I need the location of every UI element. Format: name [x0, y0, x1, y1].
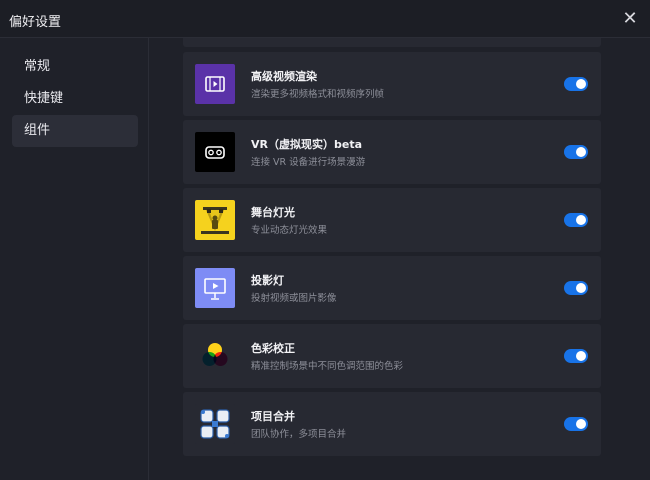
projector-icon — [195, 268, 235, 308]
toggle-knob — [576, 79, 586, 89]
plugin-card-vr: VR（虚拟现实）beta 连接 VR 设备进行场景漫游 — [183, 120, 601, 184]
plugin-card-video-render: 高级视频渲染 渲染更多视频格式和视频序列帧 — [183, 52, 601, 116]
title-bar: 偏好设置 ✕ — [0, 0, 650, 38]
plugin-list[interactable]: 高级视频渲染 渲染更多视频格式和视频序列帧 VR（虚拟现实）beta 连接 VR… — [149, 38, 650, 480]
toggle-knob — [576, 283, 586, 293]
plugin-toggle-project-merge[interactable] — [564, 417, 588, 431]
plugin-title: 色彩校正 — [251, 342, 295, 355]
plugin-card-color-correction: 色彩校正 精准控制场景中不同色调范围的色彩 — [183, 324, 601, 388]
team-hands-icon — [195, 404, 235, 444]
sidebar-item-shortcuts[interactable]: 快捷键 — [12, 83, 138, 115]
close-icon[interactable]: ✕ — [620, 9, 640, 29]
sidebar-item-components[interactable]: 组件 — [12, 115, 138, 147]
plugin-toggle-projector[interactable] — [564, 281, 588, 295]
plugin-description: 专业动态灯光效果 — [251, 225, 328, 236]
plugin-description: 团队协作，多项目合并 — [251, 429, 347, 440]
sidebar: 常规 快捷键 组件 — [0, 38, 149, 480]
plugin-card-partial — [183, 38, 601, 47]
plugin-toggle-color-correction[interactable] — [564, 349, 588, 363]
plugin-toggle-vr[interactable] — [564, 145, 588, 159]
plugin-description: 渲染更多视频格式和视频序列帧 — [251, 89, 385, 100]
plugin-title: 舞台灯光 — [251, 206, 295, 219]
plugin-description: 精准控制场景中不同色调范围的色彩 — [251, 361, 404, 372]
plugin-toggle-stage-lighting[interactable] — [564, 213, 588, 227]
plugin-title: 项目合并 — [251, 410, 295, 423]
color-circles-icon — [195, 336, 235, 376]
toggle-knob — [576, 419, 586, 429]
vr-headset-icon — [195, 132, 235, 172]
stage-light-icon — [195, 200, 235, 240]
plugin-title: VR（虚拟现实）beta — [251, 138, 362, 151]
toggle-knob — [576, 351, 586, 361]
film-icon — [195, 64, 235, 104]
plugin-title: 高级视频渲染 — [251, 70, 317, 83]
toggle-knob — [576, 215, 586, 225]
plugin-description: 连接 VR 设备进行场景漫游 — [251, 157, 366, 168]
plugin-card-project-merge: 项目合并 团队协作，多项目合并 — [183, 392, 601, 456]
plugin-toggle-video-render[interactable] — [564, 77, 588, 91]
plugin-card-projector: 投影灯 投射视频或图片影像 — [183, 256, 601, 320]
plugin-card-stage-lighting: 舞台灯光 专业动态灯光效果 — [183, 188, 601, 252]
window-title: 偏好设置 — [9, 15, 62, 30]
plugin-title: 投影灯 — [251, 274, 284, 287]
sidebar-item-general[interactable]: 常规 — [12, 51, 138, 83]
toggle-knob — [576, 147, 586, 157]
plugin-description: 投射视频或图片影像 — [251, 293, 337, 304]
